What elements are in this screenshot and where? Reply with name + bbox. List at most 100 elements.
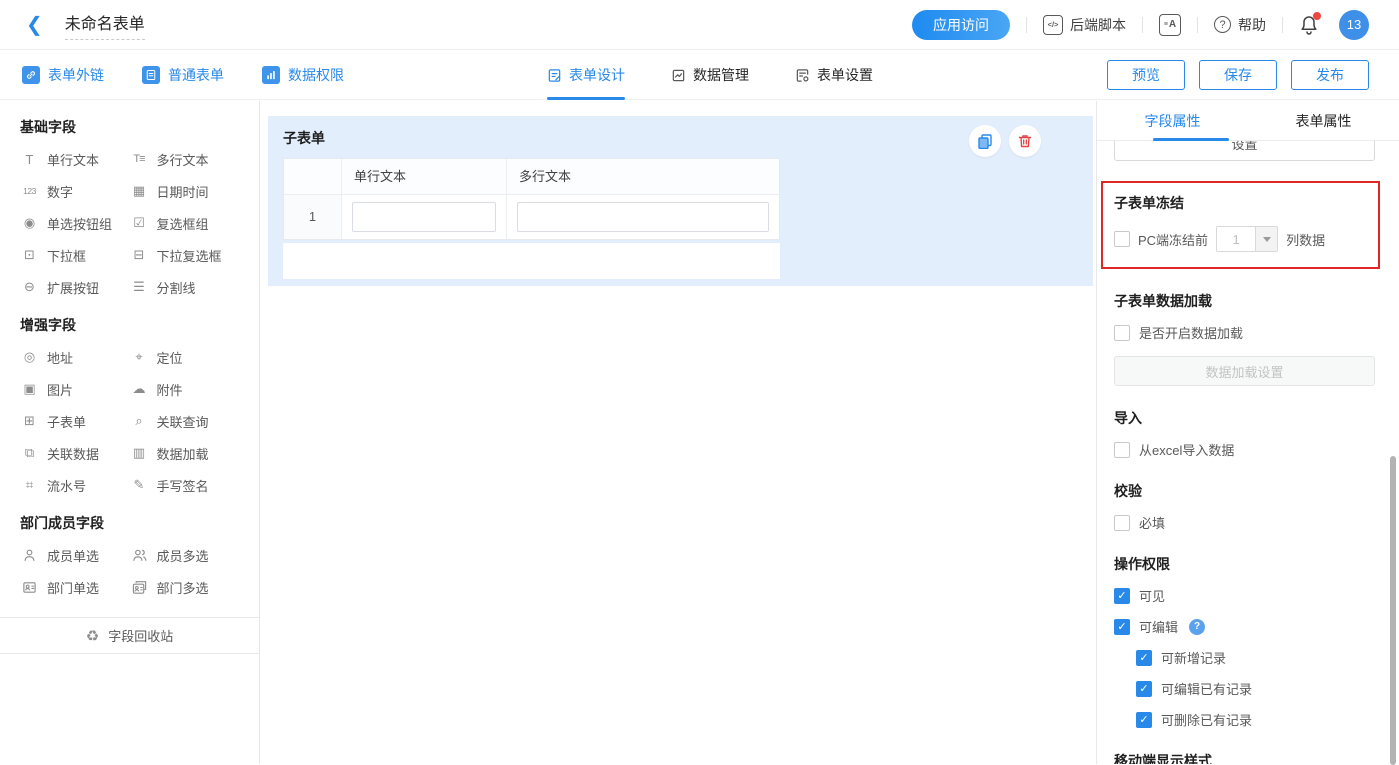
column-header-single-line: 单行文本: [342, 159, 507, 195]
checkbox-group-icon: ☑: [130, 215, 149, 231]
panel-scrollbar[interactable]: [1390, 456, 1396, 765]
field-recycle-bin[interactable]: ♻ 字段回收站: [0, 617, 259, 654]
tab-data-manage[interactable]: 数据管理: [671, 50, 749, 100]
required-row[interactable]: 必填: [1114, 513, 1375, 532]
field-item-member-single[interactable]: 成员单选: [20, 539, 130, 571]
field-item-extend-button[interactable]: ⊖扩展按钮: [20, 271, 130, 303]
subform-widget-selected[interactable]: 子表单 单行文本 多行文本: [268, 116, 1093, 286]
field-item-subform[interactable]: ⊞子表单: [20, 405, 130, 437]
group-title-member: 部门成员字段: [20, 513, 239, 533]
visible-checkbox[interactable]: [1114, 588, 1130, 604]
location-icon: ⌖: [130, 349, 149, 365]
back-icon[interactable]: ❮: [26, 15, 43, 35]
field-item-attachment[interactable]: ☁附件: [130, 373, 240, 405]
enable-data-load-row[interactable]: 是否开启数据加载: [1114, 323, 1375, 342]
help-button[interactable]: ? 帮助: [1214, 15, 1266, 35]
subform-freeze-highlight-box: 子表单冻结 PC端冻结前 1 列数据: [1101, 181, 1380, 269]
field-item-dept-single[interactable]: 部门单选: [20, 571, 130, 603]
copy-widget-button[interactable]: [969, 125, 1001, 157]
form-title[interactable]: 未命名表单: [65, 10, 145, 40]
editable-checkbox[interactable]: [1114, 619, 1130, 635]
field-item-dropdown[interactable]: ⊡下拉框: [20, 239, 130, 271]
tab-form-properties[interactable]: 表单属性: [1248, 101, 1399, 140]
multi-line-input[interactable]: [517, 202, 769, 232]
member-field-grid: 成员单选 成员多选 部门单选 部门多选: [20, 539, 239, 603]
permissions-section: 操作权限 可见 可编辑 ? 可新增记录 可编辑已有记录: [1114, 554, 1375, 729]
data-load-settings-button[interactable]: 数据加载设置: [1114, 356, 1375, 386]
publish-button[interactable]: 发布: [1291, 60, 1369, 90]
required-checkbox[interactable]: [1114, 515, 1130, 531]
serial-number-icon: ⌗: [20, 477, 39, 493]
mode-normal-form[interactable]: 普通表单: [142, 65, 224, 85]
field-item-checkbox-group[interactable]: ☑复选框组: [130, 207, 240, 239]
avatar[interactable]: 13: [1339, 10, 1369, 40]
edit-record-checkbox[interactable]: [1136, 681, 1152, 697]
form-toolbar: 表单外链 普通表单 数据权限: [0, 50, 1399, 100]
single-line-input[interactable]: [352, 202, 496, 232]
freeze-checkbox[interactable]: [1114, 231, 1130, 247]
field-item-radio-group[interactable]: ◉单选按钮组: [20, 207, 130, 239]
import-section: 导入 从excel导入数据: [1114, 408, 1375, 459]
excel-import-row[interactable]: 从excel导入数据: [1114, 440, 1375, 459]
enhanced-field-grid: ◎地址 ⌖定位 ▣图片 ☁附件 ⊞子表单 ⌕关联查询 ⧉关联数据 ▥数据加载 ⌗…: [20, 341, 239, 501]
radio-group-icon: ◉: [20, 215, 39, 231]
editable-row[interactable]: 可编辑 ?: [1114, 617, 1375, 636]
tab-form-settings[interactable]: 表单设置: [795, 50, 873, 100]
field-item-address[interactable]: ◎地址: [20, 341, 130, 373]
field-sidebar: 基础字段 T单行文本 T≡多行文本 123数字 ▦日期时间 ◉单选按钮组 ☑复选…: [0, 101, 260, 764]
subform-icon: ⊞: [20, 413, 39, 429]
subform-add-row-area[interactable]: [283, 243, 780, 279]
group-title-enhanced: 增强字段: [20, 315, 239, 335]
delete-record-checkbox[interactable]: [1136, 712, 1152, 728]
editable-help-icon[interactable]: ?: [1189, 619, 1205, 635]
field-item-location[interactable]: ⌖定位: [130, 341, 240, 373]
form-settings-icon: [795, 68, 810, 83]
field-item-dropdown-multi[interactable]: ⊟下拉复选框: [130, 239, 240, 271]
field-item-multi-line-text[interactable]: T≡多行文本: [130, 143, 240, 175]
translate-icon[interactable]: ≡A: [1159, 14, 1181, 36]
divider: [1026, 17, 1027, 33]
field-item-signature[interactable]: ✎手写签名: [130, 469, 240, 501]
data-manage-icon: [671, 68, 686, 83]
field-item-number[interactable]: 123数字: [20, 175, 130, 207]
field-item-dept-multi[interactable]: 部门多选: [130, 571, 240, 603]
add-record-checkbox[interactable]: [1136, 650, 1152, 666]
field-item-serial-number[interactable]: ⌗流水号: [20, 469, 130, 501]
action-buttons: 预览 保存 发布: [1107, 60, 1399, 90]
add-record-row[interactable]: 可新增记录: [1136, 648, 1375, 667]
notification-bell-icon[interactable]: [1299, 14, 1319, 36]
backend-script-button[interactable]: </> 后端脚本: [1043, 15, 1126, 35]
edit-record-row[interactable]: 可编辑已有记录: [1136, 679, 1375, 698]
delete-record-row[interactable]: 可删除已有记录: [1136, 710, 1375, 729]
freeze-column-select[interactable]: 1: [1216, 226, 1278, 252]
field-item-data-load[interactable]: ▥数据加载: [130, 437, 240, 469]
dept-multi-icon: [130, 580, 149, 595]
field-item-divider[interactable]: ☰分割线: [130, 271, 240, 303]
normal-form-icon: [142, 66, 160, 84]
field-item-member-multi[interactable]: 成员多选: [130, 539, 240, 571]
visible-row[interactable]: 可见: [1114, 586, 1375, 605]
enable-data-load-checkbox[interactable]: [1114, 325, 1130, 341]
app-access-button[interactable]: 应用访问: [912, 10, 1010, 40]
select-arrow: [1255, 227, 1277, 251]
form-design-icon: [547, 68, 562, 83]
save-button[interactable]: 保存: [1199, 60, 1277, 90]
form-canvas[interactable]: 子表单 单行文本 多行文本: [260, 101, 1096, 764]
field-item-image[interactable]: ▣图片: [20, 373, 130, 405]
member-single-icon: [20, 548, 39, 563]
field-item-linked-query[interactable]: ⌕关联查询: [130, 405, 240, 437]
tab-field-properties[interactable]: 字段属性: [1097, 101, 1248, 140]
delete-widget-button[interactable]: [1009, 125, 1041, 157]
dropdown-icon: ⊡: [20, 247, 39, 263]
excel-import-checkbox[interactable]: [1114, 442, 1130, 458]
mode-external-link[interactable]: 表单外链: [22, 65, 104, 85]
center-tabbar: 表单设计 数据管理 表单设置: [547, 50, 873, 100]
settings-button-clipped[interactable]: 设置: [1114, 141, 1375, 161]
mode-data-permission[interactable]: 数据权限: [262, 65, 344, 85]
field-item-linked-data[interactable]: ⧉关联数据: [20, 437, 130, 469]
mobile-display-section: 移动端显示样式 纵向展开显示 横向表格显示: [1114, 751, 1375, 764]
field-item-single-line-text[interactable]: T单行文本: [20, 143, 130, 175]
tab-form-design[interactable]: 表单设计: [547, 50, 625, 100]
field-item-datetime[interactable]: ▦日期时间: [130, 175, 240, 207]
preview-button[interactable]: 预览: [1107, 60, 1185, 90]
